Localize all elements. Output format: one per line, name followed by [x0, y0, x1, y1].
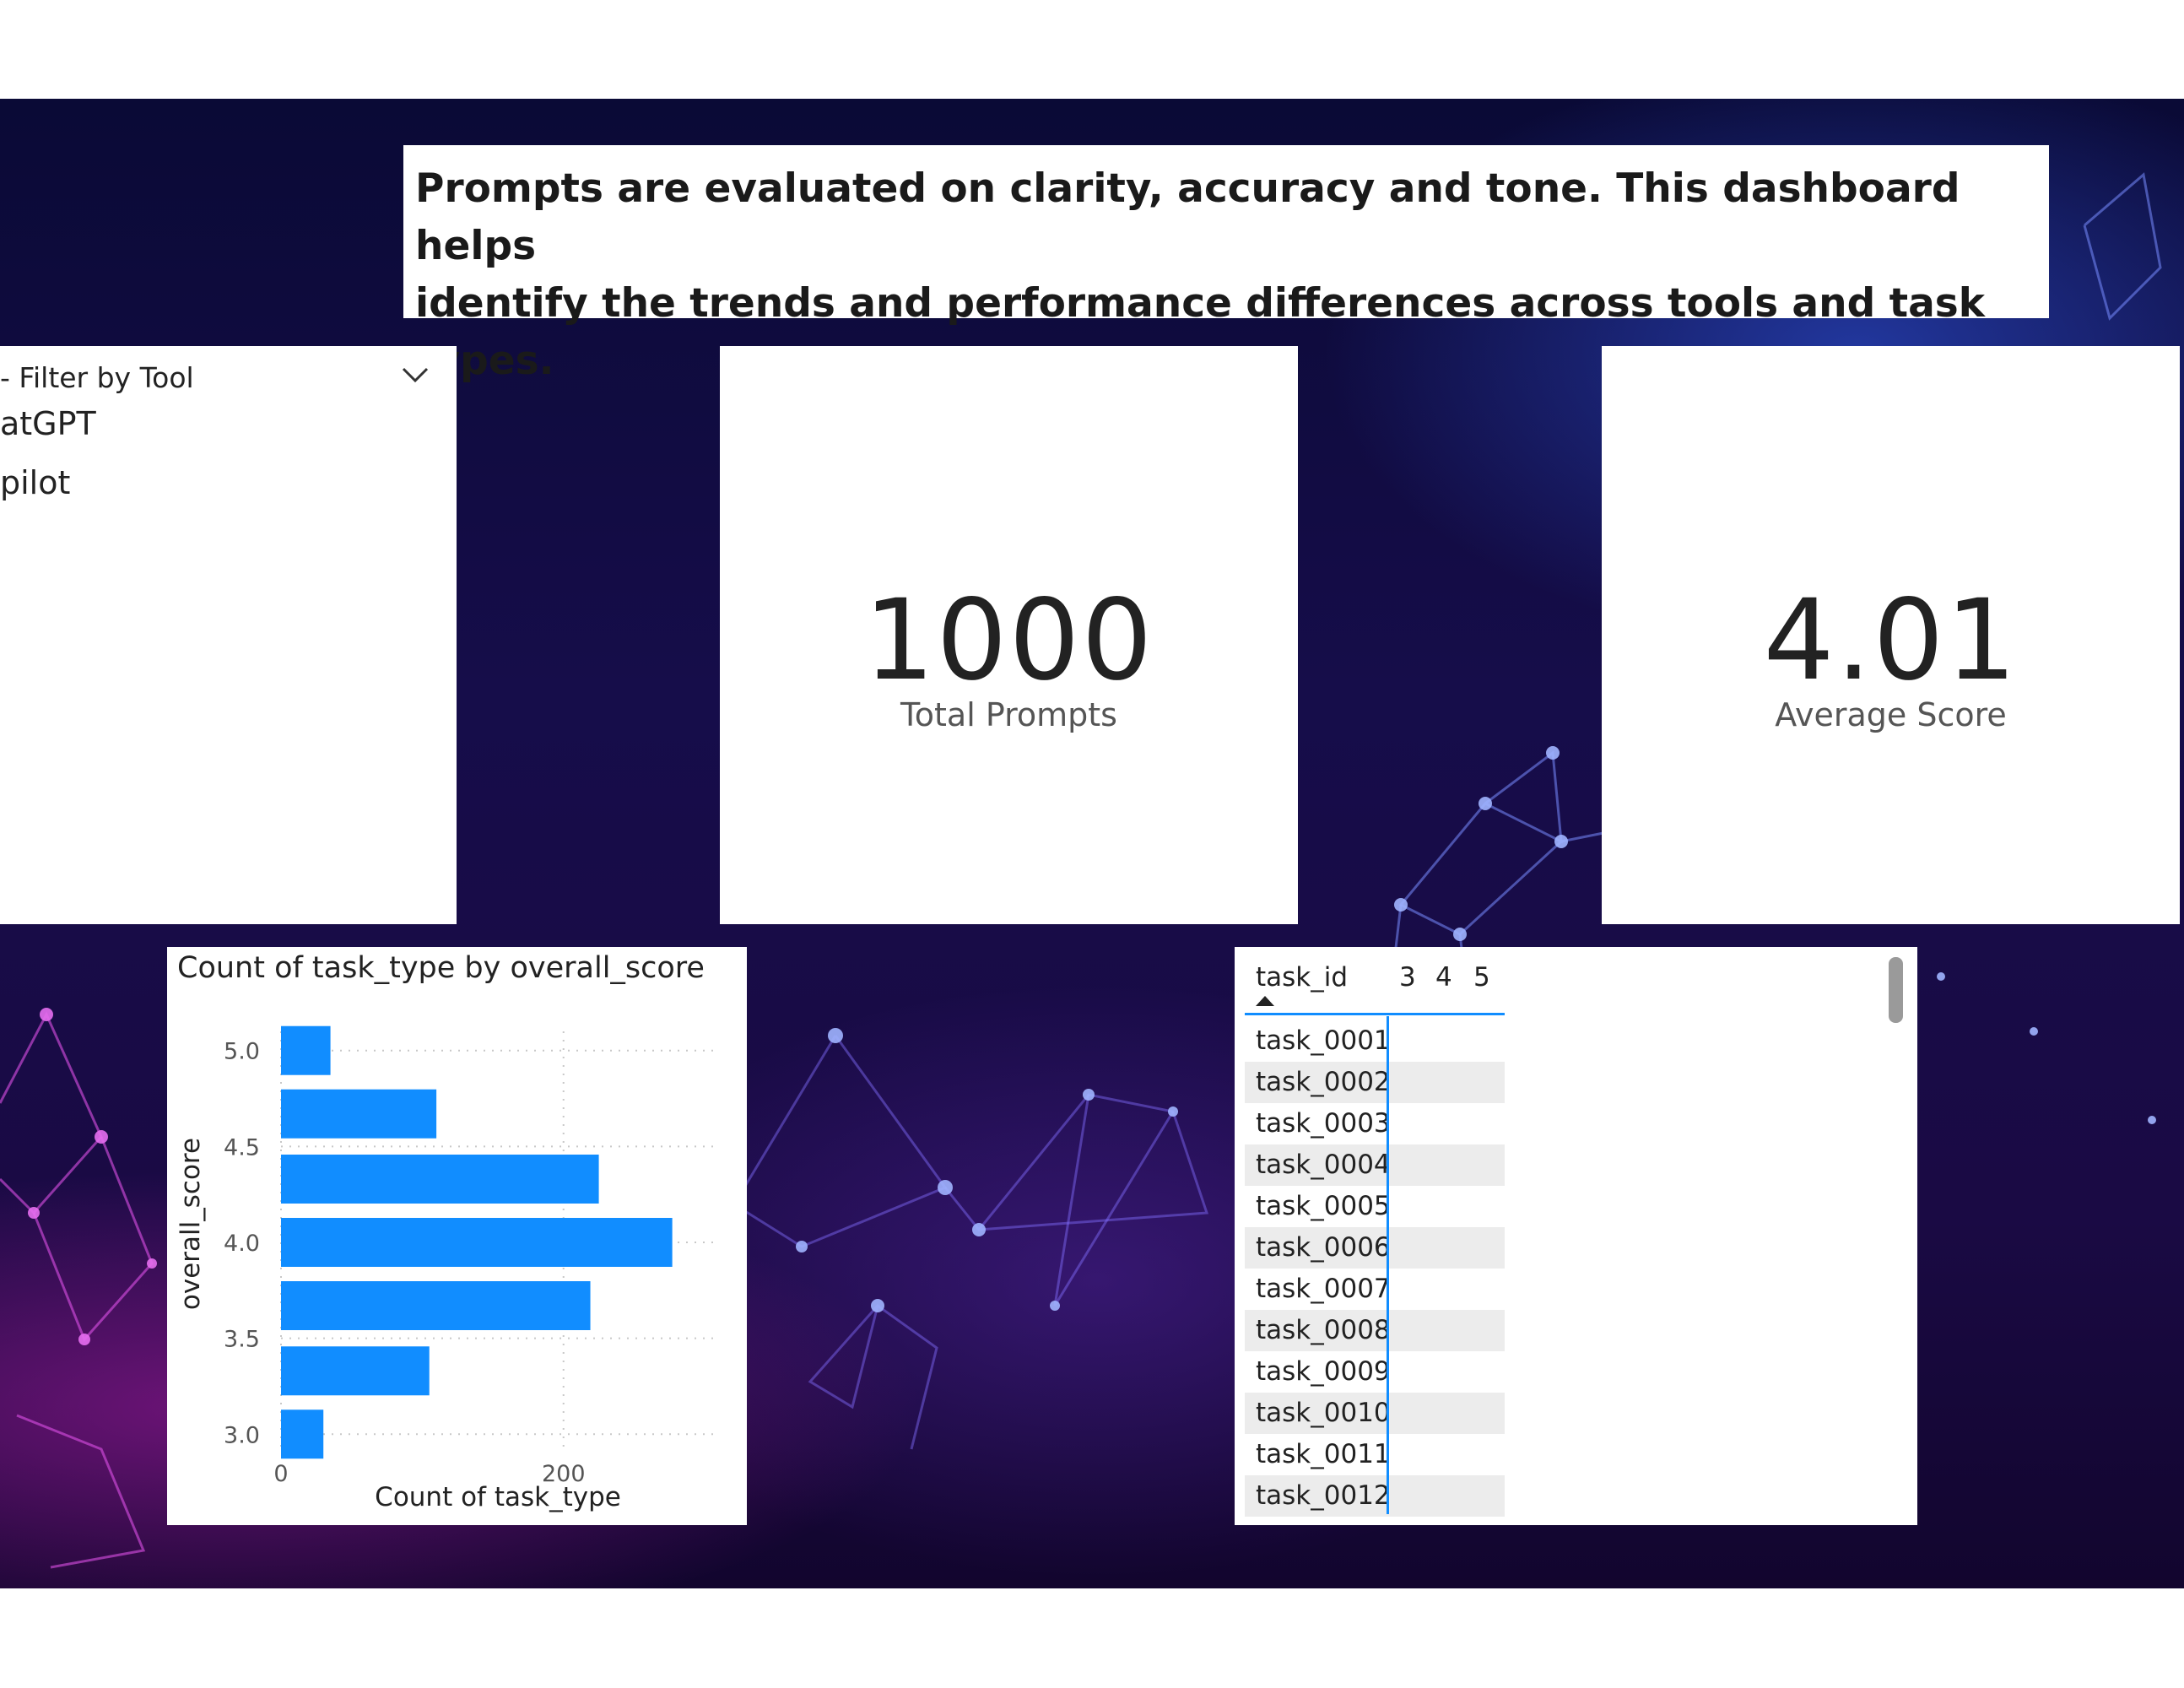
x-axis-label: Count of task_type	[375, 1482, 621, 1512]
column-header-5[interactable]: 5	[1473, 962, 1490, 993]
table-row[interactable]: task_0009	[1245, 1351, 1505, 1393]
x-tick-label: 0	[273, 1461, 288, 1487]
slicer-title: - Filter by Tool	[0, 361, 194, 394]
column-divider	[1387, 1016, 1389, 1514]
average-score-value: 4.01	[1763, 576, 2019, 706]
chart-title: Count of task_type by overall_score	[177, 951, 705, 985]
chart-bars	[281, 1025, 673, 1459]
y-axis-label: overall_score	[176, 1138, 206, 1310]
table-row[interactable]: task_0006	[1245, 1227, 1505, 1269]
chart-bar[interactable]	[281, 1346, 430, 1396]
y-tick-label: 3.0	[224, 1422, 260, 1448]
chart-bar[interactable]	[281, 1281, 591, 1330]
total-prompts-card: 1000 Total Prompts	[720, 346, 1298, 924]
chart-bar[interactable]	[281, 1218, 673, 1267]
table-row[interactable]: task_0003	[1245, 1103, 1505, 1144]
y-axis-ticks: 5.0 4.5 4.0 3.5 3.0	[224, 1039, 260, 1449]
task-matrix-table[interactable]: task_id 3 4 5 task_0001 task_0002 task_000…	[1235, 947, 1917, 1525]
chart-bar[interactable]	[281, 1155, 599, 1204]
table-row[interactable]: task_0011	[1245, 1434, 1505, 1475]
column-header-4[interactable]: 4	[1435, 962, 1452, 993]
y-tick-label: 5.0	[224, 1039, 260, 1065]
y-tick-label: 3.5	[224, 1327, 260, 1353]
description-line-1: Prompts are evaluated on clarity, accura…	[415, 165, 1960, 269]
chevron-down-icon[interactable]	[401, 365, 430, 385]
description-banner: Prompts are evaluated on clarity, accura…	[403, 145, 2049, 384]
table-row[interactable]: task_0008	[1245, 1310, 1505, 1351]
tool-filter-slicer[interactable]: - Filter by Tool atGPT pilot	[0, 346, 457, 924]
column-header-task-id[interactable]: task_id	[1256, 962, 1348, 993]
chart-bar[interactable]	[281, 1025, 331, 1075]
table-row[interactable]: task_0002	[1245, 1062, 1505, 1103]
y-tick-label: 4.0	[224, 1231, 260, 1257]
y-tick-label: 4.5	[224, 1134, 260, 1160]
table-row[interactable]: task_0007	[1245, 1269, 1505, 1310]
chart-bar[interactable]	[281, 1089, 437, 1139]
column-header-3[interactable]: 3	[1399, 962, 1416, 993]
slicer-option-chatgpt[interactable]: atGPT	[0, 405, 96, 442]
chart-bar[interactable]	[281, 1409, 324, 1459]
table-row[interactable]: task_0012	[1245, 1475, 1505, 1517]
header-divider	[1245, 1013, 1505, 1015]
slicer-option-copilot[interactable]: pilot	[0, 464, 70, 501]
table-row[interactable]: task_0004	[1245, 1144, 1505, 1186]
vertical-scrollbar[interactable]	[1889, 957, 1903, 1023]
sort-ascending-icon[interactable]	[1256, 996, 1274, 1006]
average-score-card: 4.01 Average Score	[1602, 346, 2180, 924]
total-prompts-label: Total Prompts	[900, 696, 1117, 733]
table-row[interactable]: task_0005	[1245, 1186, 1505, 1227]
total-prompts-value: 1000	[863, 576, 1154, 706]
average-score-label: Average Score	[1775, 696, 2007, 733]
bar-chart-svg: Count of task_type by overall_score 5.0 4…	[176, 951, 716, 1512]
table-row[interactable]: task_0001	[1245, 1020, 1505, 1062]
score-distribution-chart[interactable]: Count of task_type by overall_score 5.0 4…	[167, 947, 747, 1525]
table-row[interactable]: task_0010	[1245, 1393, 1505, 1434]
